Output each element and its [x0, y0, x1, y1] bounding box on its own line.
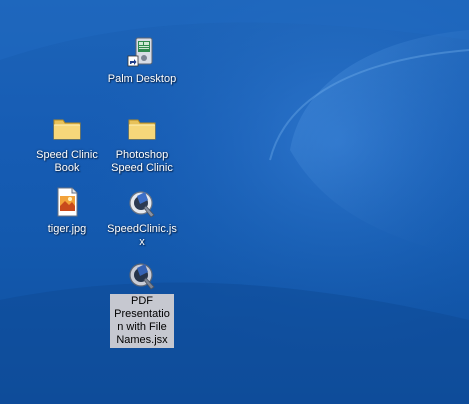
desktop-icon-speedclinic-jsx[interactable]: SpeedClinic.jsx — [105, 186, 179, 250]
folder-icon — [128, 119, 156, 140]
desktop-icon-speed-clinic-book[interactable]: Speed Clinic Book — [30, 112, 104, 176]
desktop-icon-label: tiger.jpg — [47, 223, 87, 235]
desktop-icon-photoshop-speed-clinic[interactable]: Photoshop Speed Clinic — [105, 112, 179, 176]
desktop-icon-tiger-jpg[interactable]: tiger.jpg — [30, 186, 104, 237]
palm-desktop-shortcut-icon — [127, 37, 153, 67]
script-file-icon — [129, 191, 155, 218]
desktop-icon-pdf-presentation-jsx[interactable]: PDF Presentation with File Names.jsx — [105, 258, 179, 348]
desktop-icon-label: Speed Clinic Book — [36, 149, 98, 174]
desktop-icon-label: SpeedClinic.jsx — [107, 223, 177, 248]
script-file-icon — [129, 263, 155, 290]
folder-icon — [53, 119, 81, 140]
desktop-icon-label: Photoshop Speed Clinic — [111, 149, 173, 174]
desktop-icon-palm-desktop[interactable]: Palm Desktop — [105, 36, 179, 87]
image-file-icon — [57, 187, 78, 217]
desktop[interactable]: Palm Desktop Speed Clinic Book Photoshop… — [0, 0, 469, 404]
desktop-icon-label: Palm Desktop — [107, 73, 177, 85]
desktop-icon-label: PDF Presentation with File Names.jsx — [110, 294, 174, 348]
